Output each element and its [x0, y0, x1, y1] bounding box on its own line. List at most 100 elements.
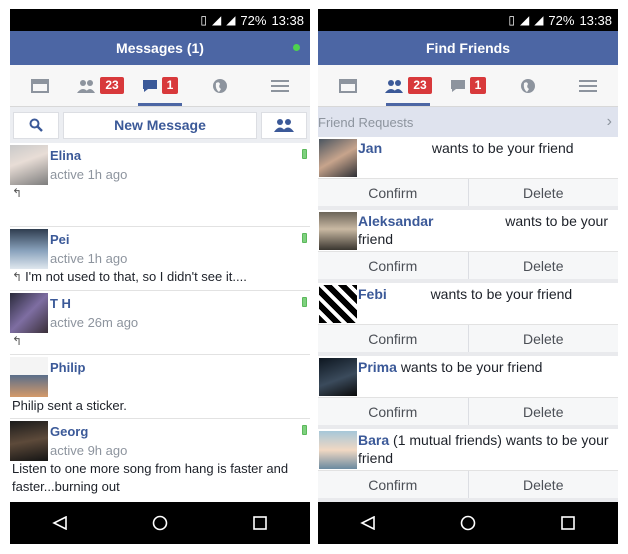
status-bar: ▯ ◢ ◢ 72% 13:38	[318, 9, 618, 31]
message-preview: Listen to one more song from hang is fas…	[12, 461, 289, 494]
tab-notifications[interactable]	[190, 65, 250, 106]
time-text: 13:38	[579, 12, 612, 28]
friend-request-item: Febi wants to be your friend Confirm Del…	[318, 283, 618, 356]
requester-name[interactable]: Aleksandar	[358, 213, 433, 229]
confirm-button[interactable]: Confirm	[318, 252, 468, 279]
tab-menu[interactable]	[250, 65, 310, 106]
confirm-button[interactable]: Confirm	[318, 471, 468, 498]
home-icon	[152, 515, 168, 531]
friend-request-item: Bara (1 mutual friends) wants to be your…	[318, 429, 618, 502]
requester-name[interactable]: Prima	[358, 359, 397, 375]
conversation-item[interactable]: Elina active 1h ago ↰	[10, 143, 310, 227]
confirm-button[interactable]: Confirm	[318, 398, 468, 425]
recents-button[interactable]	[548, 508, 588, 538]
friend-request-item: Jan wants to be your friend Confirm Dele…	[318, 137, 618, 210]
requester-name[interactable]: Jan	[358, 140, 382, 156]
recents-button[interactable]	[240, 508, 280, 538]
messages-screen: ▯ ◢ ◢ 72% 13:38 Messages (1) 23 1 New Me…	[10, 9, 310, 544]
tab-friend-requests[interactable]: 23	[378, 65, 438, 106]
vibrate-icon: ▯	[200, 13, 207, 27]
title-bar: Messages (1)	[10, 31, 310, 65]
delete-button[interactable]: Delete	[467, 252, 619, 279]
find-friends-screen: ▯ ◢ ◢ 72% 13:38 Find Friends 23 1 Friend…	[318, 9, 618, 544]
battery-text: 72%	[548, 12, 575, 28]
back-button[interactable]	[40, 508, 80, 538]
delete-button[interactable]: Delete	[467, 179, 619, 206]
tab-news-feed[interactable]	[10, 65, 70, 106]
message-preview: Philip sent a sticker.	[12, 398, 127, 413]
signal-icon: ◢	[534, 13, 544, 27]
conversation-item[interactable]: Georg active 9h ago Listen to one more s…	[10, 419, 310, 509]
avatar	[10, 357, 48, 397]
friend-request-item: Prima wants to be your friend Confirm De…	[318, 356, 618, 429]
android-navigation-bar	[318, 502, 618, 544]
avatar[interactable]	[319, 431, 357, 469]
confirm-button[interactable]: Confirm	[318, 325, 468, 352]
conversation-item[interactable]: Philip Philip sent a sticker.	[10, 355, 310, 419]
tab-messages[interactable]: 1	[438, 65, 498, 106]
contacts-icon	[274, 119, 294, 132]
reply-icon: ↰	[12, 334, 23, 348]
contacts-button[interactable]	[261, 111, 307, 139]
friend-requests-badge: 23	[408, 77, 432, 94]
search-button[interactable]	[13, 111, 59, 139]
tab-messages[interactable]: 1	[130, 65, 190, 106]
message-preview: ↰	[10, 332, 304, 350]
back-button[interactable]	[348, 508, 388, 538]
conversation-item[interactable]: T H active 26m ago ↰	[10, 291, 310, 355]
avatar	[10, 145, 48, 185]
contact-name: Pei	[50, 232, 70, 247]
home-button[interactable]	[448, 508, 488, 538]
requester-name[interactable]: Febi	[358, 286, 387, 302]
status-bar: ▯ ◢ ◢ 72% 13:38	[10, 9, 310, 31]
online-status-icon	[293, 44, 300, 51]
contact-name: T H	[50, 296, 71, 311]
message-icon	[450, 79, 465, 92]
vibrate-icon: ▯	[508, 13, 515, 27]
requester-name[interactable]: Bara	[358, 432, 389, 448]
tab-notifications[interactable]	[498, 65, 558, 106]
globe-icon	[213, 78, 227, 93]
avatar	[10, 229, 48, 269]
confirm-button[interactable]: Confirm	[318, 179, 468, 206]
back-icon	[52, 516, 67, 530]
message-preview: ↰	[10, 184, 304, 202]
delete-button[interactable]: Delete	[467, 398, 619, 425]
active-time: active 9h ago	[50, 443, 128, 458]
new-message-button[interactable]: New Message	[63, 111, 257, 139]
battery-text: 72%	[240, 12, 267, 28]
request-text: (1 mutual friends) wants to be your frie…	[358, 432, 609, 466]
active-time	[50, 379, 304, 395]
delete-button[interactable]: Delete	[467, 471, 619, 498]
page-title: Find Friends	[426, 40, 510, 56]
mobile-status-icon	[302, 149, 307, 159]
news-feed-icon	[31, 78, 49, 93]
active-time: active 26m ago	[50, 315, 139, 330]
chevron-right-icon: ›	[606, 113, 612, 130]
mobile-status-icon	[302, 425, 307, 435]
wifi-icon: ◢	[519, 13, 530, 27]
tab-menu[interactable]	[558, 65, 618, 106]
avatar[interactable]	[319, 285, 357, 323]
friend-requests-header[interactable]: Friend Requests ›	[318, 107, 618, 137]
home-button[interactable]	[140, 508, 180, 538]
menu-icon	[271, 79, 289, 92]
messages-badge: 1	[469, 77, 487, 94]
section-title: Friend Requests	[318, 114, 414, 130]
tab-news-feed[interactable]	[318, 65, 378, 106]
back-icon	[360, 516, 375, 530]
contact-name: Georg	[50, 424, 89, 439]
avatar[interactable]	[319, 139, 357, 177]
delete-button[interactable]: Delete	[467, 325, 619, 352]
page-title: Messages (1)	[116, 40, 204, 56]
conversation-item[interactable]: Pei active 1h ago ↰ I'm not used to that,…	[10, 227, 310, 291]
request-text: wants to be your friend	[430, 286, 573, 302]
menu-icon	[579, 79, 597, 92]
tab-friend-requests[interactable]: 23	[70, 65, 130, 106]
avatar[interactable]	[319, 212, 357, 250]
contact-name: Elina	[50, 148, 82, 163]
message-preview: ↰ I'm not used to that, so I didn't see i…	[12, 269, 247, 284]
tab-bar: 23 1	[318, 65, 618, 107]
avatar[interactable]	[319, 358, 357, 396]
news-feed-icon	[339, 78, 357, 93]
